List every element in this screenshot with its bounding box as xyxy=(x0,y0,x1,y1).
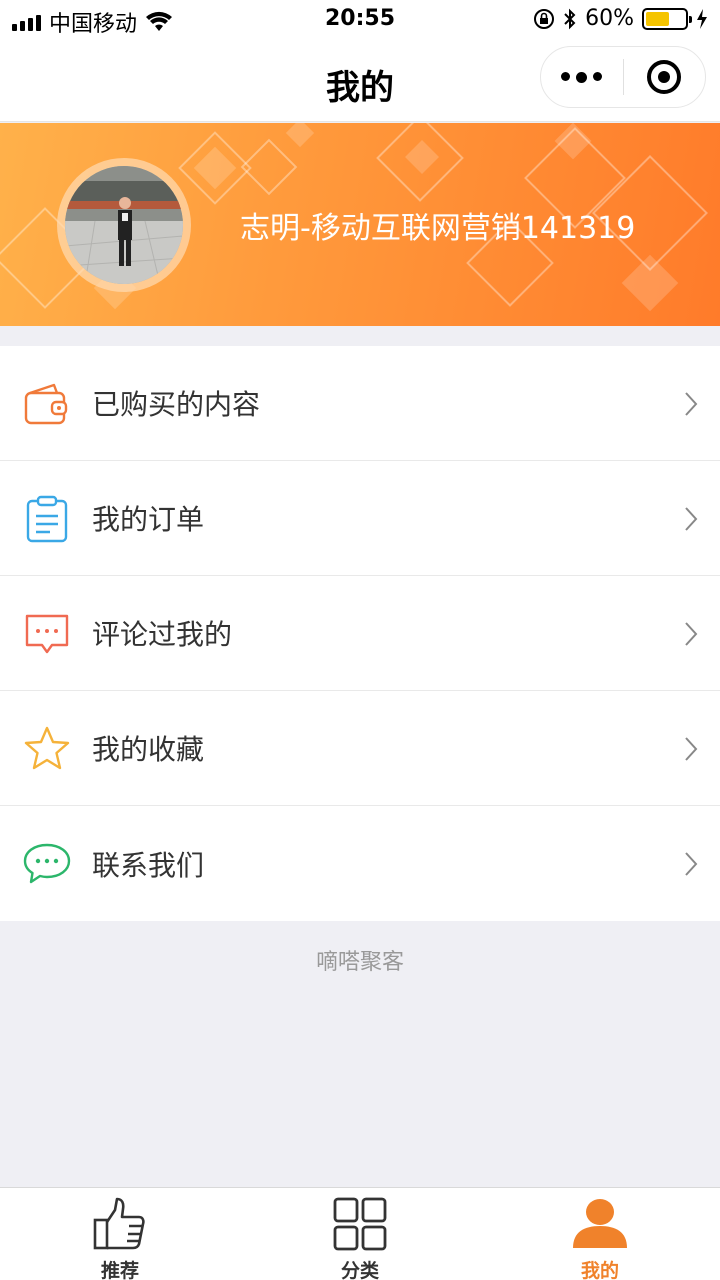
menu-item-label: 我的订单 xyxy=(92,503,205,536)
tab-bar: 推荐 分类 我的 xyxy=(0,1187,720,1280)
battery-percent: 60% xyxy=(585,6,634,31)
tab-recommend[interactable]: 推荐 xyxy=(0,1188,240,1280)
bluetooth-icon xyxy=(564,8,576,29)
wallet-icon xyxy=(24,383,68,425)
battery-icon xyxy=(642,7,692,30)
menu-item-contact[interactable]: 联系我们 xyxy=(0,806,720,921)
menu-item-label: 已购买的内容 xyxy=(92,388,261,421)
tab-mine[interactable]: 我的 xyxy=(480,1188,720,1280)
profile-banner: 志明-移动互联网营销141319 xyxy=(0,123,720,326)
mini-program-capsule xyxy=(540,46,706,108)
chevron-right-icon xyxy=(685,507,698,531)
tab-label: 我的 xyxy=(580,1260,619,1280)
grid-icon xyxy=(333,1197,387,1251)
menu-item-purchased[interactable]: 已购买的内容 xyxy=(0,346,720,461)
menu-item-comments[interactable]: 评论过我的 xyxy=(0,576,720,691)
menu-item-label: 联系我们 xyxy=(92,848,205,882)
comment-icon xyxy=(25,614,69,654)
navigation-bar: 我的 xyxy=(0,40,720,122)
avatar-photo xyxy=(65,166,183,284)
menu-item-orders[interactable]: 我的订单 xyxy=(0,461,720,576)
menu-item-label: 我的收藏 xyxy=(92,733,205,766)
close-mini-program-icon[interactable] xyxy=(624,60,706,94)
chevron-right-icon xyxy=(685,737,698,761)
user-icon xyxy=(573,1199,627,1248)
tab-category[interactable]: 分类 xyxy=(240,1188,480,1280)
chat-icon xyxy=(23,843,71,884)
chevron-right-icon xyxy=(685,392,698,416)
menu-item-label: 评论过我的 xyxy=(92,618,233,651)
chevron-right-icon xyxy=(685,852,698,876)
chevron-right-icon xyxy=(685,622,698,646)
clipboard-icon xyxy=(26,495,68,543)
menu-list: 已购买的内容 我的订单 评论过我的 我的收藏 联系我们 xyxy=(0,346,720,921)
charging-icon xyxy=(697,8,707,29)
avatar[interactable] xyxy=(65,166,183,284)
avatar-frame xyxy=(57,158,191,292)
status-bar: 中国移动 20:55 60% xyxy=(0,0,720,40)
star-icon xyxy=(24,726,70,770)
thumbs-up-icon xyxy=(93,1197,145,1250)
tab-label: 分类 xyxy=(340,1260,379,1280)
rotation-lock-icon xyxy=(534,8,555,29)
more-icon[interactable] xyxy=(541,71,623,83)
menu-item-favorites[interactable]: 我的收藏 xyxy=(0,691,720,806)
footer-brand: 嘀嗒聚客 xyxy=(315,950,404,975)
username: 志明-移动互联网营销141319 xyxy=(240,211,636,246)
tab-label: 推荐 xyxy=(100,1260,139,1280)
